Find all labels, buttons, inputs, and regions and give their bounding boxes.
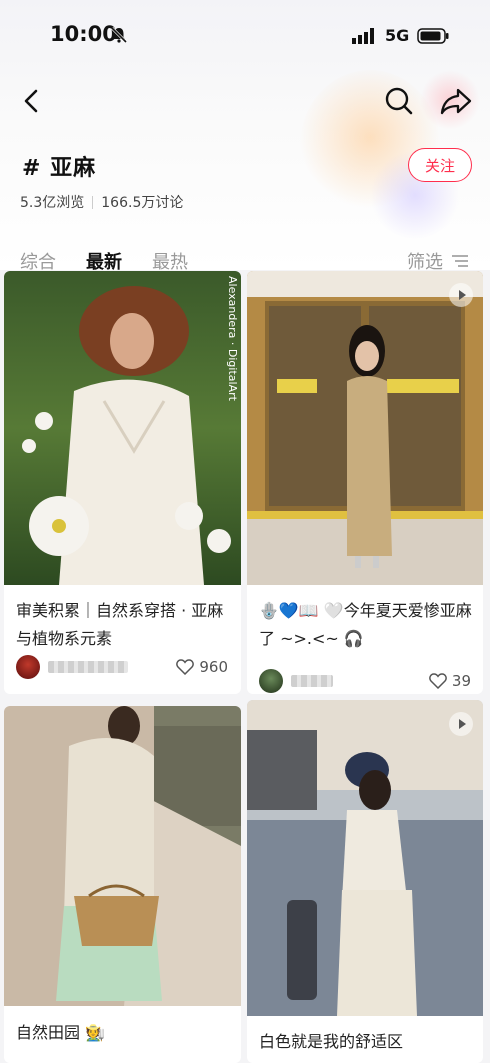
note-card[interactable]: 白色就是我的舒适区 xyxy=(247,700,483,1063)
note-title: 审美积累｜自然系穿搭 · 亚麻与植物系元素 xyxy=(16,601,224,648)
author-name xyxy=(291,675,333,687)
back-icon[interactable] xyxy=(18,86,46,116)
discussions-count: 166.5万讨论 xyxy=(101,195,184,211)
search-icon[interactable] xyxy=(384,86,414,116)
note-cover-image xyxy=(247,700,483,1016)
views-count: 5.3亿浏览 xyxy=(20,195,85,211)
topic-title: # 亚麻 xyxy=(22,156,97,181)
note-title: 自然田园 🧑‍🌾 xyxy=(16,1023,106,1042)
video-badge-icon xyxy=(449,712,473,736)
status-time: 10:00 xyxy=(50,22,117,46)
like-count: 960 xyxy=(199,658,228,676)
battery-icon xyxy=(417,28,449,44)
avatar xyxy=(259,669,283,693)
signal-icon xyxy=(352,28,374,44)
bell-muted-icon xyxy=(110,26,128,44)
heart-icon[interactable] xyxy=(429,673,447,689)
note-card[interactable]: Alexandera · DigitalArt 审美积累｜自然系穿搭 · 亚麻与… xyxy=(4,271,241,694)
note-cover-image xyxy=(247,271,483,585)
note-title: 白色就是我的舒适区 xyxy=(259,1032,404,1051)
like-count: 39 xyxy=(451,672,471,690)
note-title: 🪬💙📖 🤍今年夏天爱惨亚麻了 ~>.<~ 🎧 xyxy=(259,601,472,648)
avatar xyxy=(16,655,40,679)
note-cover-image xyxy=(4,706,241,1006)
note-card[interactable]: 🪬💙📖 🤍今年夏天爱惨亚麻了 ~>.<~ 🎧 39 xyxy=(247,271,483,694)
share-icon[interactable] xyxy=(440,86,472,116)
author-name xyxy=(48,661,128,673)
video-badge-icon xyxy=(449,283,473,307)
follow-button[interactable]: 关注 xyxy=(408,148,472,182)
heart-icon[interactable] xyxy=(176,659,195,675)
network-label: 5G xyxy=(385,26,410,45)
image-watermark: Alexandera · DigitalArt xyxy=(226,276,239,402)
filter-icon xyxy=(452,255,468,267)
topic-stats: 5.3亿浏览 166.5万讨论 xyxy=(20,192,183,212)
note-card[interactable]: 自然田园 🧑‍🌾 xyxy=(4,706,241,1063)
note-cover-image: Alexandera · DigitalArt xyxy=(4,271,241,585)
